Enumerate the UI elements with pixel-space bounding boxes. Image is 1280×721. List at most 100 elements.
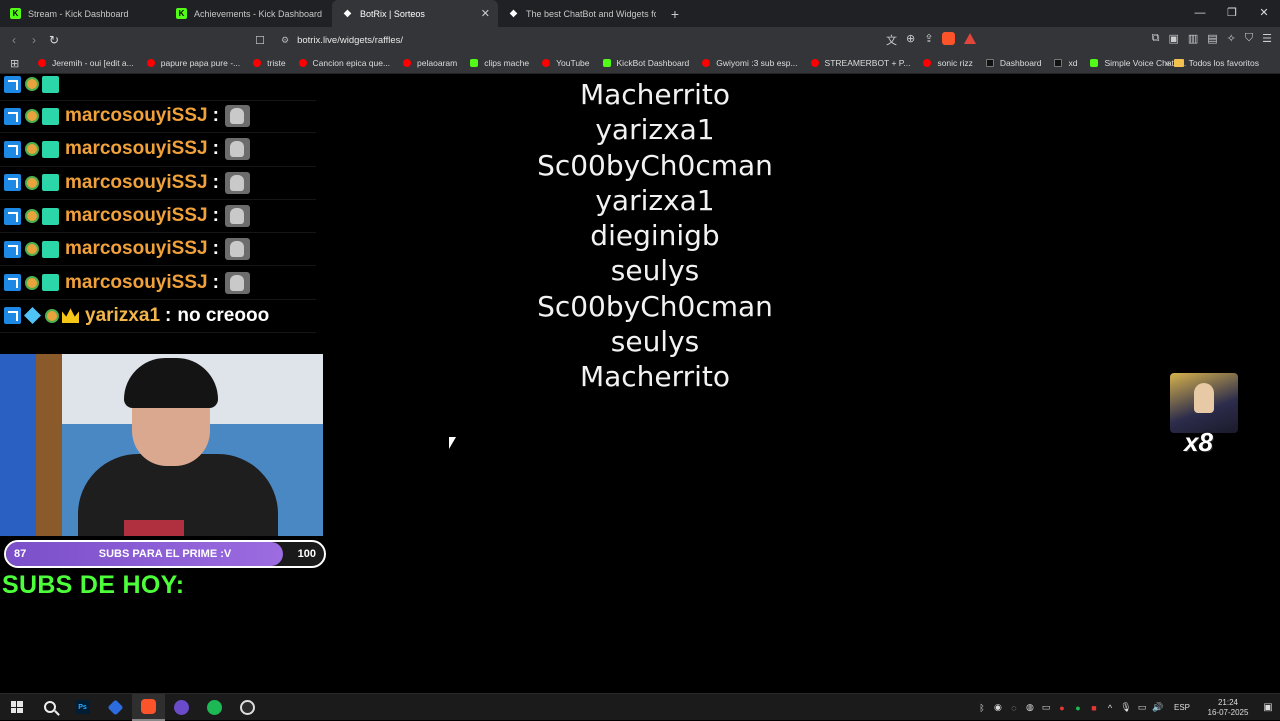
alert-multiplier: x8 — [1184, 427, 1213, 457]
restore-icon[interactable]: ❐ — [1216, 0, 1248, 27]
bookmark-item[interactable]: Dashboard — [985, 58, 1041, 68]
notifications-icon[interactable]: ▣ — [1256, 702, 1280, 713]
kickbot-icon — [602, 59, 611, 67]
reader-icon[interactable]: ▤ — [1207, 32, 1217, 45]
sidebar-icon[interactable]: ▥ — [1188, 32, 1198, 45]
search-button[interactable] — [33, 694, 66, 721]
bookmark-item[interactable]: STREAMERBOT + P... — [810, 58, 910, 68]
windows-taskbar: Ps ᛒ ◉ ◌ ◍ ▭ ● ● ■ ^ 🎙 ▭ 🔊 ESP 21:24 16-… — [0, 693, 1280, 721]
flower-badge-icon — [25, 77, 39, 92]
bookmark-item[interactable]: Jeremih - oui [edit a... — [38, 58, 134, 68]
moderator-badge-icon — [4, 207, 21, 225]
clock[interactable]: 21:24 16-07-2025 — [1200, 698, 1256, 718]
chat-username: marcosouyiSSJ — [65, 271, 208, 293]
bluetooth-icon[interactable]: ᛒ — [974, 703, 990, 713]
network-icon[interactable]: ▭ — [1134, 702, 1150, 713]
obs-button[interactable] — [165, 694, 198, 721]
more-bookmarks-icon[interactable]: » — [1164, 58, 1170, 69]
bookmark-item[interactable]: pelaoaram — [403, 58, 457, 68]
clock-time: 21:24 — [1217, 697, 1239, 707]
window-controls: — ❐ ✕ — [1184, 0, 1280, 27]
discord-icon[interactable]: ◉ — [990, 702, 1006, 713]
bookmark-icon[interactable]: ☐ — [255, 34, 269, 47]
webcam-feed — [0, 354, 323, 536]
brave-rewards-icon[interactable] — [964, 33, 977, 44]
tray-app-icon[interactable]: ■ — [1086, 703, 1102, 713]
spotify-tray-icon[interactable]: ● — [1070, 703, 1086, 713]
tab-stream-kick-dashboard[interactable]: K Stream - Kick Dashboard — [0, 0, 166, 27]
bookmark-item[interactable]: xd — [1054, 58, 1077, 68]
bookmark-item[interactable]: Gwiyomi :3 sub esp... — [702, 58, 798, 68]
chat-overlay: marcosouyiSSJ : marcosouyiSSJ : marcosou… — [0, 75, 316, 334]
raffle-entry: Macherrito — [579, 78, 731, 111]
bookmark-item[interactable]: KickBot Dashboard — [602, 58, 689, 68]
leo-icon[interactable]: ✧ — [1227, 32, 1236, 45]
url-text[interactable]: botrix.live/widgets/raffles/ — [297, 35, 403, 46]
bookmark-item[interactable]: triste — [253, 58, 286, 68]
forward-icon[interactable]: › — [24, 33, 44, 47]
volume-icon[interactable]: 🔊 — [1150, 702, 1166, 713]
streamerbot-button[interactable] — [99, 694, 132, 721]
webcam-curtain — [0, 354, 36, 536]
wallet-icon[interactable]: ▣ — [1168, 32, 1178, 45]
translate-icon[interactable]: 文 — [886, 32, 897, 48]
brave-shields-icon[interactable] — [942, 32, 956, 45]
all-bookmarks-folder[interactable]: Todos los favoritos — [1173, 58, 1259, 68]
bookmark-item[interactable]: clips mache — [470, 58, 529, 68]
chat-separator: : — [212, 105, 219, 127]
chat-separator: : — [212, 138, 219, 160]
chat-row: marcosouyiSSJ : — [0, 233, 316, 267]
app-button[interactable] — [231, 694, 264, 721]
share-icon[interactable]: ⇪ — [924, 32, 933, 48]
tab-botrix-chatbot[interactable]: ◆ The best ChatBot and Widgets for Ki — [498, 0, 664, 27]
tab-botrix-sorteos[interactable]: ◆ BotRix | Sorteos ✕ — [332, 0, 498, 27]
bookmark-item[interactable]: papure papa pure -... — [146, 58, 240, 68]
spotify-button[interactable] — [198, 694, 231, 721]
site-info-icon[interactable]: ⚙ — [281, 35, 289, 46]
moderator-badge-icon — [4, 107, 21, 125]
chevron-up-icon[interactable]: ^ — [1102, 703, 1118, 713]
reload-icon[interactable]: ↻ — [44, 33, 64, 47]
chat-row: marcosouyiSSJ : — [0, 133, 316, 167]
minimize-icon[interactable]: — — [1184, 0, 1216, 27]
microphone-icon[interactable]: 🎙 — [1118, 702, 1134, 713]
menu-icon[interactable]: ☰ — [1262, 32, 1272, 45]
chat-separator: : — [212, 238, 219, 260]
close-window-icon[interactable]: ✕ — [1248, 0, 1280, 27]
emote-icon — [224, 238, 250, 261]
close-icon[interactable]: ✕ — [481, 7, 490, 20]
vpn-icon[interactable]: ⛉ — [1245, 32, 1253, 45]
bookmark-item[interactable]: YouTube — [542, 58, 590, 68]
url-bar[interactable]: ☐ ⚙ botrix.live/widgets/raffles/ — [255, 30, 995, 50]
apps-grid-icon[interactable]: ⊞ — [10, 57, 24, 70]
bookmark-item[interactable]: Simple Voice Chat -... — [1090, 58, 1186, 68]
chat-separator: : — [212, 171, 219, 193]
address-actions: 文 ⊕ ⇪ — [886, 32, 977, 48]
bookmark-item[interactable]: Cancion epica que... — [298, 58, 390, 68]
chat-row: marcosouyiSSJ : — [0, 100, 316, 134]
tray-app-icon[interactable]: ▭ — [1038, 702, 1054, 713]
youtube-icon — [702, 59, 711, 67]
language-indicator[interactable]: ESP — [1174, 703, 1190, 712]
webcam-door — [36, 354, 62, 536]
bookmark-item[interactable]: sonic rizz — [923, 58, 973, 68]
start-button[interactable] — [0, 694, 33, 721]
tray-app-icon[interactable]: ◌ — [1006, 703, 1022, 713]
botrix-icon: ◆ — [343, 8, 352, 19]
clock-date: 16-07-2025 — [1207, 707, 1249, 717]
back-icon[interactable]: ‹ — [4, 33, 24, 47]
tab-achievements-kick-dashboard[interactable]: K Achievements - Kick Dashboard — [166, 0, 332, 27]
brave-browser-button[interactable] — [132, 693, 165, 721]
youtube-icon — [403, 59, 412, 67]
chat-separator: : — [165, 304, 172, 326]
chat-username: marcosouyiSSJ — [65, 138, 208, 160]
extensions-icon[interactable]: ⧉ — [1152, 32, 1160, 45]
steam-icon[interactable]: ◍ — [1022, 702, 1038, 713]
zoom-icon[interactable]: ⊕ — [906, 32, 915, 48]
sub-goal-bar: 87 SUBS PARA EL PRIME :V 100 — [4, 540, 326, 568]
new-tab-button[interactable]: + — [664, 6, 686, 22]
subscriber-badge-icon — [42, 274, 59, 292]
kickbot-icon — [470, 59, 479, 67]
record-icon[interactable]: ● — [1054, 703, 1070, 713]
photoshop-button[interactable]: Ps — [66, 694, 99, 721]
